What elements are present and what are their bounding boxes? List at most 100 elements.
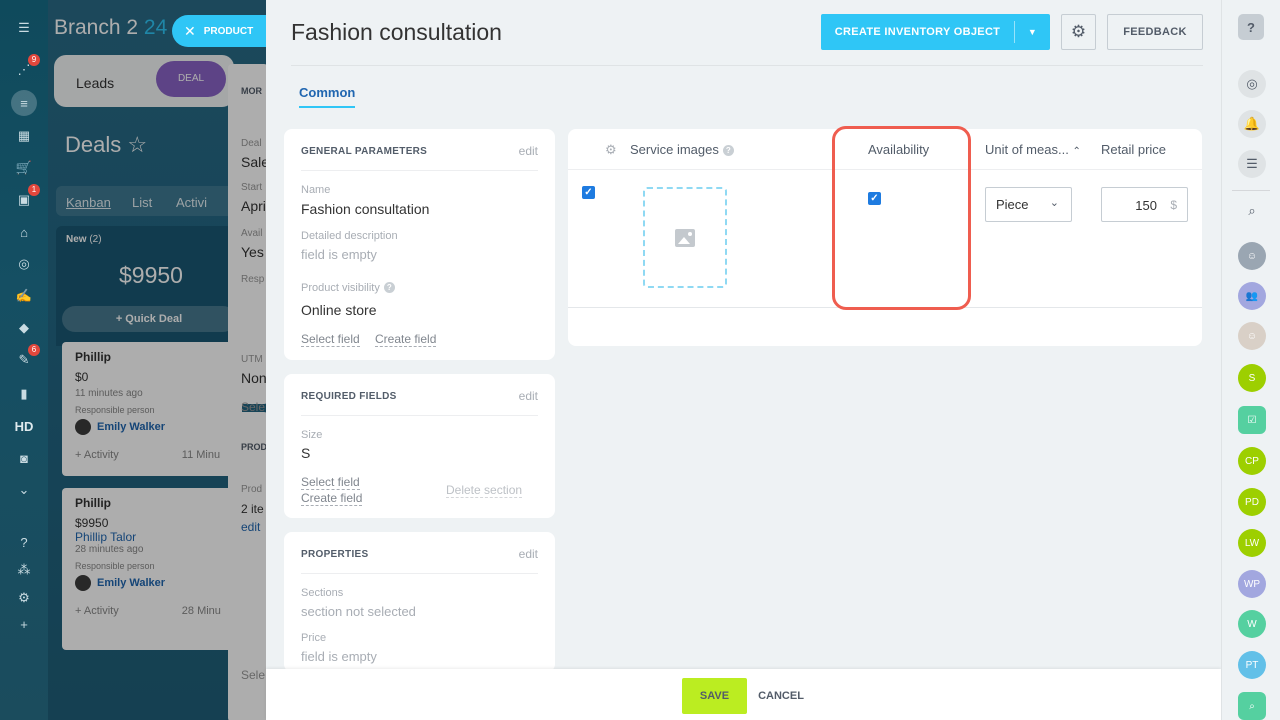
help-icon[interactable]: ? [383,282,395,293]
feedback-button[interactable]: FEEDBACK [1107,14,1203,50]
chat-icon[interactable]: ☰ [1238,150,1266,178]
retail-price-input[interactable]: 150 $ [1101,187,1188,222]
currency-symbol: $ [1170,198,1177,212]
settings-icon[interactable]: ⚙ [14,588,34,608]
avatar-cp[interactable]: CP [1238,447,1266,475]
help-icon[interactable]: ? [14,532,34,552]
required-fields-card: REQUIRED FIELDS edit Size S Select field… [284,374,555,518]
create-inventory-object-label: CREATE INVENTORY OBJECT [834,26,1001,38]
gear-icon: ⚙ [1070,22,1087,41]
price-value[interactable]: field is empty [301,649,377,664]
card-title: GENERAL PARAMETERS [301,146,428,157]
page-title: Fashion consultation [291,19,502,45]
divider [1232,190,1270,191]
tasks-badge: 6 [28,344,40,356]
unit-select-value: Piece [996,197,1029,212]
calendar-icon[interactable]: ▦ [14,126,34,146]
create-field-link[interactable]: Create field [301,491,363,506]
divider [291,65,1203,66]
chevron-down-icon: ⌄ [1049,197,1059,209]
avatar-lw[interactable]: LW [1238,529,1266,557]
delete-section-link[interactable]: Delete section [446,483,523,498]
card-header: PROPERTIES edit [301,547,538,574]
robot-icon[interactable]: ▣ 1 [14,184,40,210]
unit-select[interactable]: Piece ⌄ [985,187,1072,222]
help-icon[interactable]: ? [722,145,734,156]
left-nav: ☰ ⋰ 9 ≡ ▦ 🛒 ▣ 1 ⌂ ◎ ✍ ◆ ✎ 6 ▮ HD ◙ ⌄ ? ⁂ ⚙ … [0,0,48,720]
price-label: Price [301,632,327,644]
edit-link[interactable]: edit [519,389,538,403]
name-value[interactable]: Fashion consultation [301,201,429,217]
row-select-checkbox[interactable]: ✓ [582,186,595,199]
overlay-dim[interactable] [48,0,266,720]
size-value[interactable]: S [301,445,310,461]
bell-icon[interactable]: 🔔 [1238,110,1266,138]
avatar-pd[interactable]: PD [1238,488,1266,516]
helpdesk-icon[interactable]: HD [14,416,34,436]
chevron-up-icon: ⌃ [1072,146,1081,157]
save-button[interactable]: SAVE [682,678,747,714]
bank-icon[interactable]: ⌂ [14,222,34,242]
card-title: REQUIRED FIELDS [301,391,397,402]
avatar-w[interactable]: W [1238,610,1266,638]
retail-price-value: 150 [1135,198,1157,213]
avatar-pt[interactable]: PT [1238,651,1266,679]
help-button[interactable]: ? [1238,14,1264,40]
tasks-avatar[interactable]: ☑ [1238,406,1266,434]
description-value[interactable]: field is empty [301,247,377,262]
right-nav: ? ◎ 🔔 ☰ ⌕ ☺ 👥 ☺ S ☑ CP PD LW WP W PT ⌕ [1221,0,1280,720]
avatar-s[interactable]: S [1238,364,1266,392]
structure-icon[interactable]: ⁂ [14,560,34,580]
avatar-wp[interactable]: WP [1238,570,1266,598]
tab-common[interactable]: Common [299,85,356,108]
column-retail-price[interactable]: Retail price [1101,142,1166,157]
card-header: GENERAL PARAMETERS edit [301,144,538,171]
settings-button[interactable]: ⚙ [1061,14,1096,50]
gear-icon[interactable]: ⚙ [605,142,617,158]
sections-value[interactable]: section not selected [301,604,416,619]
availability-highlight [832,126,971,310]
copilot-icon[interactable]: ◎ [1238,70,1266,98]
slider-footer: SAVE CANCEL [266,669,1221,720]
avatar[interactable]: ☺ [1238,242,1266,270]
column-unit[interactable]: Unit of meas... ⌃ [985,142,1081,157]
product-chip-label: PRODUCT [203,25,254,37]
target-icon[interactable]: ◎ [14,254,34,274]
cancel-button[interactable]: CANCEL [756,678,806,714]
cart-icon[interactable]: 🛒 [14,158,34,178]
search-icon[interactable]: ⌕ [1238,197,1266,225]
card-title: PROPERTIES [301,549,369,560]
close-product-chip[interactable]: ✕ PRODUCT [172,15,268,47]
visibility-label: Product visibility? [301,282,395,294]
feed-badge: 9 [28,54,40,66]
chevron-down-icon[interactable]: ⌄ [14,480,34,500]
feed-icon[interactable]: ⋰ 9 [14,54,40,80]
group-chat-avatar[interactable]: 👥 [1238,282,1266,310]
search-chat-icon[interactable]: ⌕ [1238,692,1266,720]
sign-icon[interactable]: ✍ [14,286,34,306]
edit-link[interactable]: edit [519,144,538,158]
properties-card: PROPERTIES edit Sections section not sel… [284,532,555,672]
visibility-value[interactable]: Online store [301,302,376,318]
avatar[interactable]: ☺ [1238,322,1266,350]
image-upload-area[interactable] [643,187,727,288]
card-header: REQUIRED FIELDS edit [301,389,538,416]
slider-header: Fashion consultation CREATE INVENTORY OB… [266,0,1221,66]
create-field-link[interactable]: Create field [375,332,437,347]
size-label: Size [301,429,323,441]
analytics-icon[interactable]: ▮ [14,384,34,404]
video-icon[interactable]: ◙ [14,448,34,468]
tasks-icon[interactable]: ✎ 6 [14,344,40,370]
crm-icon[interactable]: ≡ [11,90,37,116]
select-field-link[interactable]: Select field [301,475,360,490]
chevron-down-icon[interactable]: ▼ [1015,27,1050,37]
edit-link[interactable]: edit [519,547,538,561]
description-label: Detailed description [301,230,398,242]
column-service-images[interactable]: Service images? [630,142,734,157]
create-inventory-object-button[interactable]: CREATE INVENTORY OBJECT ▼ [821,14,1050,50]
add-icon[interactable]: + [14,614,34,634]
sections-label: Sections [301,587,344,599]
box-icon[interactable]: ◆ [14,318,34,338]
menu-icon[interactable]: ☰ [14,18,34,38]
select-field-link[interactable]: Select field [301,332,360,347]
